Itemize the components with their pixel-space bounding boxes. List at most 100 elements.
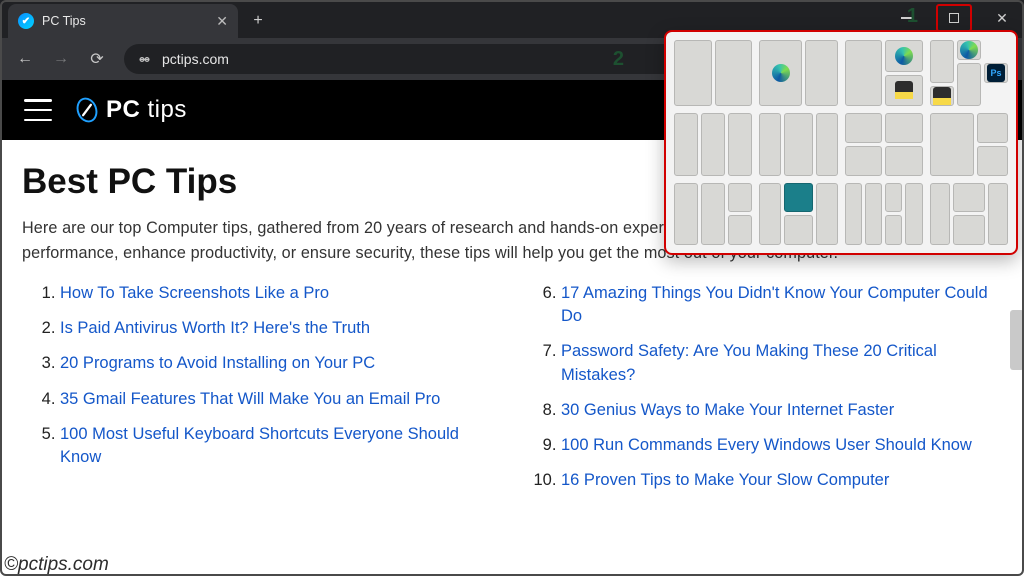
edge-icon — [960, 41, 978, 59]
tip-link[interactable]: 100 Run Commands Every Windows User Shou… — [561, 436, 972, 454]
snap-cell[interactable] — [885, 75, 923, 107]
snap-layout-option[interactable]: Ps — [930, 40, 1008, 106]
list-item: How To Take Screenshots Like a Pro — [60, 282, 493, 305]
snap-layout-option[interactable] — [759, 113, 837, 176]
snap-cell[interactable] — [930, 183, 950, 246]
tips-list-left: How To Take Screenshots Like a Pro Is Pa… — [22, 282, 493, 469]
close-window-button[interactable]: ✕ — [984, 4, 1020, 32]
snap-cell[interactable] — [885, 40, 923, 72]
tab-title: PC Tips — [42, 14, 86, 28]
logo-icon — [74, 97, 100, 123]
sticky-notes-icon — [895, 81, 913, 99]
snap-cell[interactable] — [953, 183, 985, 213]
snap-cell[interactable] — [816, 113, 838, 176]
tip-link[interactable]: How To Take Screenshots Like a Pro — [60, 284, 329, 302]
tab-close-icon[interactable]: ✕ — [216, 13, 228, 30]
snap-cell[interactable] — [701, 113, 725, 176]
snap-cell[interactable] — [977, 146, 1008, 176]
snap-layout-option[interactable] — [845, 183, 923, 246]
favicon-icon: ✔ — [18, 13, 34, 29]
tip-link[interactable]: Is Paid Antivirus Worth It? Here's the T… — [60, 319, 370, 337]
maximize-icon — [949, 13, 959, 23]
snap-cell[interactable] — [930, 113, 974, 176]
logo-text: PC tips — [106, 96, 187, 124]
snap-cell[interactable] — [865, 183, 882, 246]
tip-link[interactable]: 100 Most Useful Keyboard Shortcuts Every… — [60, 425, 459, 466]
snap-cell[interactable] — [701, 183, 725, 246]
snap-cell[interactable] — [953, 215, 985, 245]
tip-link[interactable]: 30 Genius Ways to Make Your Internet Fas… — [561, 401, 894, 419]
watermark: ©pctips.com — [4, 554, 109, 576]
list-item: Password Safety: Are You Making These 20… — [561, 340, 994, 386]
snap-cell[interactable] — [759, 183, 780, 246]
snap-cell[interactable] — [845, 113, 883, 143]
url-text: pctips.com — [162, 51, 229, 67]
tip-link[interactable]: 17 Amazing Things You Didn't Know Your C… — [561, 284, 988, 325]
menu-button[interactable] — [24, 99, 52, 121]
tip-link[interactable]: 35 Gmail Features That Will Make You an … — [60, 390, 440, 408]
snap-cell[interactable] — [957, 40, 981, 60]
scrollbar-thumb[interactable] — [1010, 310, 1024, 370]
close-icon: ✕ — [996, 10, 1008, 27]
snap-cell[interactable] — [905, 183, 922, 246]
snap-layout-option[interactable] — [845, 113, 923, 176]
snap-cell[interactable] — [930, 40, 954, 83]
snap-cell[interactable] — [885, 183, 902, 213]
browser-tab[interactable]: ✔ PC Tips ✕ — [8, 4, 238, 38]
snap-cell[interactable] — [715, 40, 753, 106]
snap-cell[interactable] — [784, 215, 814, 245]
snap-cell[interactable] — [728, 113, 752, 176]
reload-button[interactable]: ⟳ — [82, 44, 112, 74]
snap-cell[interactable] — [988, 183, 1008, 246]
callout-1: 1 — [907, 5, 918, 28]
callout-2: 2 — [613, 48, 624, 71]
snap-cell[interactable] — [885, 113, 923, 143]
snap-cell[interactable] — [845, 183, 862, 246]
snap-cell[interactable] — [805, 40, 838, 106]
snap-cell[interactable] — [759, 113, 781, 176]
tips-list-right: 17 Amazing Things You Didn't Know Your C… — [523, 282, 994, 492]
snap-layout-option[interactable] — [674, 40, 752, 106]
snap-layout-option[interactable] — [759, 183, 837, 246]
snap-cell[interactable] — [674, 113, 698, 176]
new-tab-button[interactable]: + — [244, 7, 272, 35]
snap-layout-option[interactable] — [674, 183, 752, 246]
snap-cell[interactable] — [885, 146, 923, 176]
list-item: 17 Amazing Things You Didn't Know Your C… — [561, 282, 994, 328]
list-item: 35 Gmail Features That Will Make You an … — [60, 388, 493, 411]
edge-icon — [895, 47, 913, 65]
snap-layouts-flyout: Ps — [664, 30, 1018, 255]
snap-layout-option[interactable] — [674, 113, 752, 176]
snap-cell[interactable]: Ps — [984, 63, 1008, 83]
photoshop-icon: Ps — [987, 64, 1005, 82]
snap-layout-option[interactable] — [930, 113, 1008, 176]
edge-icon — [772, 64, 790, 82]
back-button[interactable]: ← — [10, 44, 40, 74]
tip-link[interactable]: Password Safety: Are You Making These 20… — [561, 342, 937, 383]
snap-cell[interactable] — [977, 113, 1008, 143]
list-item: 16 Proven Tips to Make Your Slow Compute… — [561, 469, 994, 492]
snap-cell-selected[interactable] — [784, 183, 814, 213]
maximize-button[interactable] — [936, 4, 972, 32]
tip-link[interactable]: 20 Programs to Avoid Installing on Your … — [60, 354, 375, 372]
site-logo[interactable]: PC tips — [74, 96, 187, 124]
snap-cell[interactable] — [728, 215, 752, 245]
forward-button[interactable]: → — [46, 44, 76, 74]
snap-cell[interactable] — [885, 215, 902, 245]
snap-cell[interactable] — [845, 146, 883, 176]
snap-cell[interactable] — [674, 40, 712, 106]
snap-layout-option[interactable] — [759, 40, 837, 106]
snap-layout-option[interactable] — [930, 183, 1008, 246]
snap-cell[interactable] — [784, 113, 813, 176]
snap-cell[interactable] — [957, 63, 981, 106]
snap-cell[interactable] — [816, 183, 837, 246]
site-info-icon[interactable] — [136, 51, 152, 67]
list-item: 100 Run Commands Every Windows User Shou… — [561, 434, 994, 457]
snap-cell[interactable] — [674, 183, 698, 246]
snap-cell[interactable] — [759, 40, 802, 106]
snap-layout-option[interactable] — [845, 40, 923, 106]
snap-cell[interactable] — [728, 183, 752, 213]
snap-cell[interactable] — [845, 40, 883, 106]
snap-cell[interactable] — [930, 86, 954, 106]
tip-link[interactable]: 16 Proven Tips to Make Your Slow Compute… — [561, 471, 889, 489]
